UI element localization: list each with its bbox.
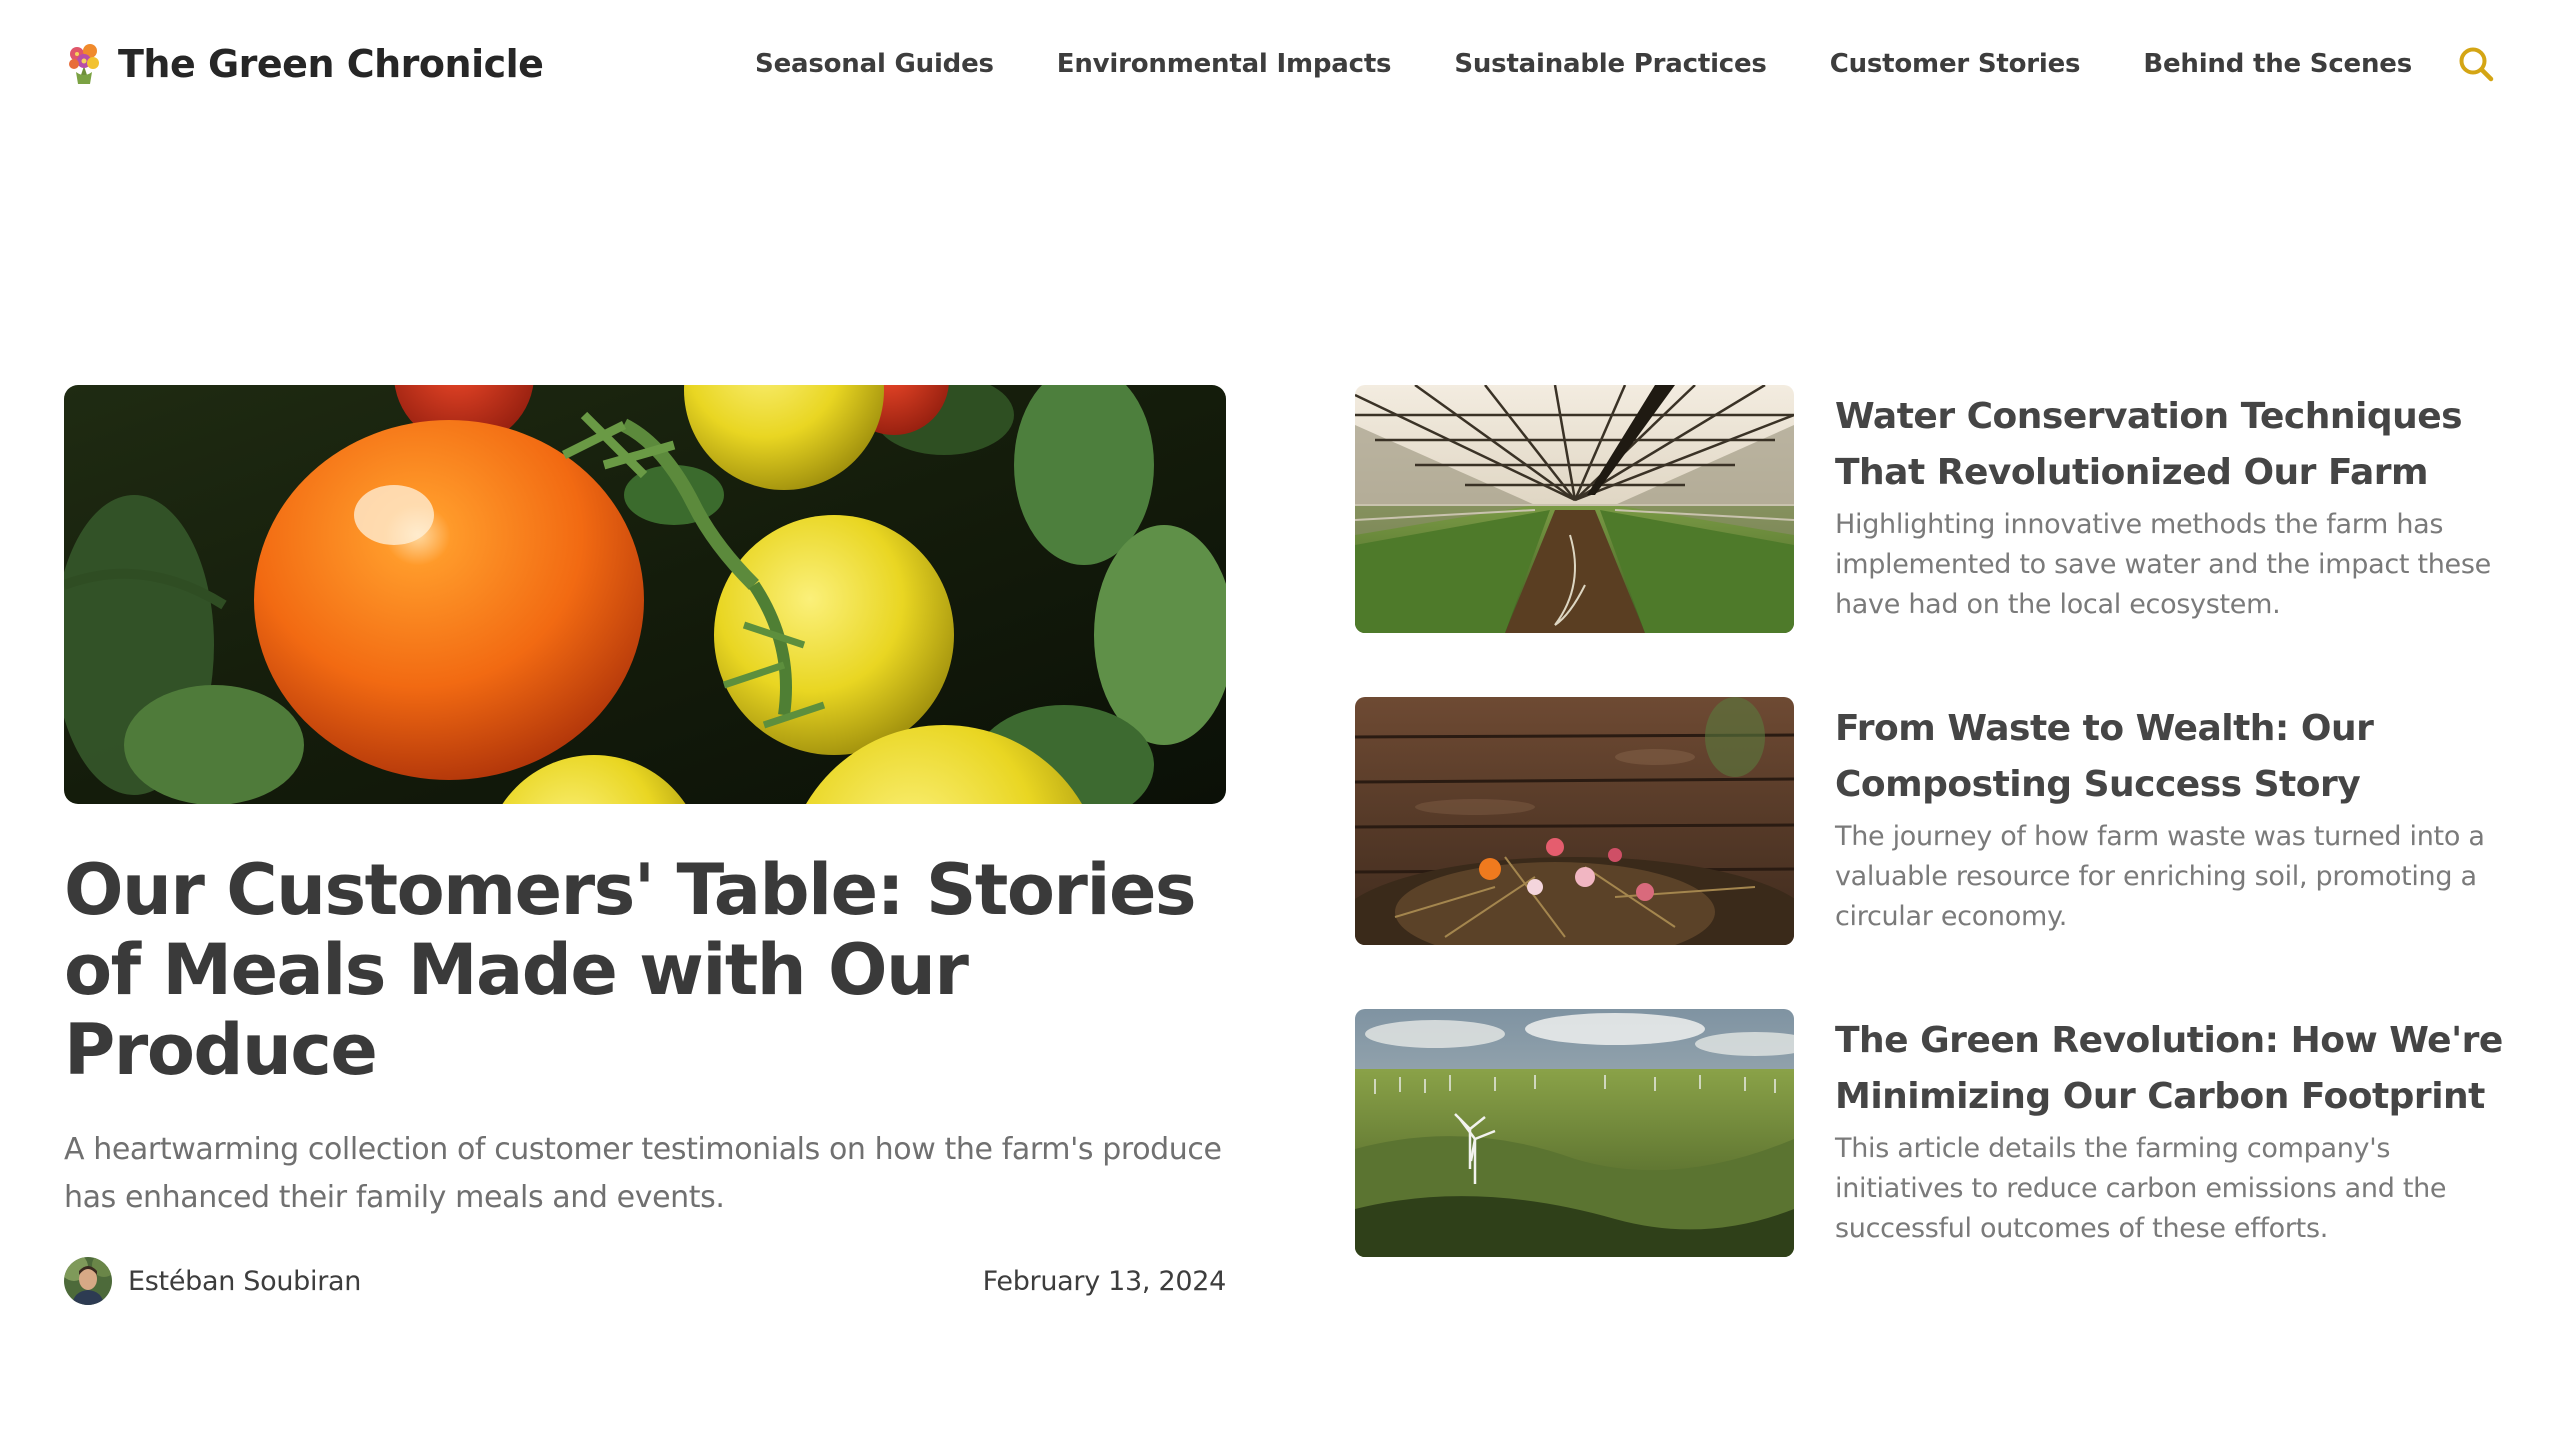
article-list: Water Conservation Techniques That Revol…: [1355, 385, 2515, 1321]
site-header: The Green Chronicle Seasonal Guides Envi…: [0, 0, 2560, 128]
article-text: The Green Revolution: How We're Minimizi…: [1835, 1013, 2525, 1249]
article-title[interactable]: The Green Revolution: How We're Minimizi…: [1835, 1013, 2525, 1125]
greenhouse-photo[interactable]: [1355, 385, 1794, 633]
article-title[interactable]: From Waste to Wealth: Our Composting Suc…: [1835, 701, 2525, 813]
search-icon: [2459, 47, 2494, 82]
search-button[interactable]: [2456, 44, 2496, 84]
wind-turbines-photo[interactable]: [1355, 1009, 1794, 1257]
brand-link[interactable]: The Green Chronicle: [64, 40, 544, 88]
nav-item-behind-the-scenes[interactable]: Behind the Scenes: [2143, 49, 2412, 79]
author[interactable]: Estéban Soubiran: [64, 1257, 361, 1305]
featured-meta: Estéban Soubiran February 13, 2024: [64, 1256, 1226, 1306]
featured-excerpt: A heartwarming collection of customer te…: [64, 1132, 1222, 1215]
nav-item-seasonal-guides[interactable]: Seasonal Guides: [755, 49, 994, 79]
list-item[interactable]: Water Conservation Techniques That Revol…: [1355, 385, 2515, 633]
nav-item-environmental-impacts[interactable]: Environmental Impacts: [1057, 49, 1392, 79]
publish-date: February 13, 2024: [982, 1265, 1227, 1297]
article-text: Water Conservation Techniques That Revol…: [1835, 389, 2525, 625]
featured-article: Our Customers' Table: Stories of Meals M…: [64, 385, 1226, 1306]
article-excerpt: Highlighting innovative methods the farm…: [1835, 509, 2491, 620]
flower-bouquet-icon: [69, 44, 99, 84]
list-item[interactable]: From Waste to Wealth: Our Composting Suc…: [1355, 697, 2515, 945]
avatar: [64, 1257, 112, 1305]
main-nav: Seasonal Guides Environmental Impacts Su…: [755, 40, 2496, 88]
compost-photo[interactable]: [1355, 697, 1794, 945]
featured-image[interactable]: [64, 385, 1226, 804]
site-title: The Green Chronicle: [118, 42, 544, 86]
author-name: Estéban Soubiran: [128, 1265, 362, 1297]
list-item[interactable]: The Green Revolution: How We're Minimizi…: [1355, 1009, 2515, 1257]
nav-item-sustainable-practices[interactable]: Sustainable Practices: [1454, 49, 1767, 79]
article-text: From Waste to Wealth: Our Composting Suc…: [1835, 701, 2525, 937]
nav-item-customer-stories[interactable]: Customer Stories: [1830, 49, 2081, 79]
article-excerpt: This article details the farming company…: [1835, 1133, 2447, 1244]
featured-title[interactable]: Our Customers' Table: Stories of Meals M…: [64, 850, 1226, 1090]
article-title[interactable]: Water Conservation Techniques That Revol…: [1835, 389, 2525, 501]
article-excerpt: The journey of how farm waste was turned…: [1835, 821, 2485, 932]
